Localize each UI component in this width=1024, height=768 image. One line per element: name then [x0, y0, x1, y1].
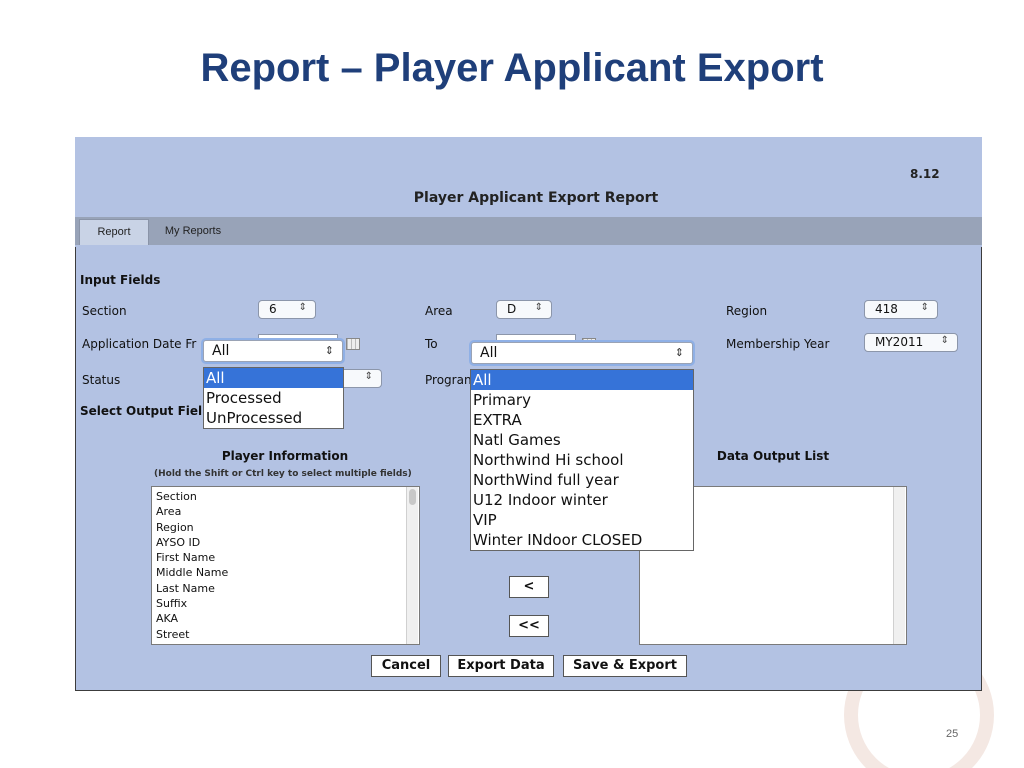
- remove-all-button[interactable]: <<: [509, 615, 549, 637]
- slide-title: Report – Player Applicant Export: [200, 46, 824, 90]
- list-item[interactable]: First Name: [156, 550, 415, 565]
- dropdown-option[interactable]: All: [204, 368, 343, 388]
- select-output-fields-heading: Select Output Fiel: [80, 404, 203, 418]
- status-dropdown-list: All Processed UnProcessed: [203, 367, 344, 429]
- dropdown-option[interactable]: Natl Games: [471, 430, 693, 450]
- membership-year-label: Membership Year: [726, 337, 830, 351]
- region-value: 418: [875, 302, 898, 316]
- select-arrow-icon: ⇕: [674, 346, 684, 359]
- status-dropdown-selected: All: [212, 343, 230, 359]
- area-value: D: [507, 302, 517, 316]
- section-label: Section: [82, 304, 127, 318]
- list-item[interactable]: Section: [156, 489, 415, 504]
- select-arrow-icon: ⇕: [534, 302, 543, 313]
- area-label: Area: [425, 304, 453, 318]
- cancel-button[interactable]: Cancel: [371, 655, 441, 677]
- player-information-title: Player Information: [221, 449, 349, 463]
- list-item[interactable]: AKA: [156, 611, 415, 626]
- select-arrow-icon: ⇕: [364, 371, 373, 382]
- status-dropdown-header[interactable]: All ⇕: [203, 340, 343, 362]
- dropdown-option[interactable]: NorthWind full year: [471, 470, 693, 490]
- list-item[interactable]: Last Name: [156, 581, 415, 596]
- select-arrow-icon: ⇕: [324, 344, 334, 357]
- multi-select-hint: (Hold the Shift or Ctrl key to select mu…: [154, 469, 412, 479]
- dropdown-option[interactable]: Northwind Hi school: [471, 450, 693, 470]
- list-item[interactable]: Street: [156, 627, 415, 642]
- remove-selected-button[interactable]: <: [509, 576, 549, 598]
- region-select[interactable]: 418 ⇕: [864, 300, 938, 319]
- data-output-scrollbar[interactable]: [893, 487, 905, 644]
- save-and-export-button[interactable]: Save & Export: [563, 655, 687, 677]
- player-fields-listbox[interactable]: Section Area Region AYSO ID First Name Middle…: [151, 486, 420, 645]
- dropdown-option[interactable]: All: [471, 370, 693, 390]
- membership-year-select[interactable]: MY2011 ⇕: [864, 333, 958, 352]
- list-item[interactable]: AYSO ID: [156, 535, 415, 550]
- page-number: 25: [946, 728, 959, 740]
- membership-year-value: MY2011: [875, 335, 924, 349]
- select-arrow-icon: ⇕: [940, 335, 949, 346]
- select-arrow-icon: ⇕: [920, 302, 929, 313]
- to-label: To: [425, 337, 438, 351]
- list-item[interactable]: Area: [156, 504, 415, 519]
- list-item[interactable]: Middle Name: [156, 565, 415, 580]
- area-select[interactable]: D ⇕: [496, 300, 552, 319]
- report-title: Player Applicant Export Report: [413, 190, 659, 206]
- tab-report[interactable]: Report: [79, 219, 149, 245]
- input-fields-heading: Input Fields: [80, 273, 161, 287]
- dropdown-option[interactable]: EXTRA: [471, 410, 693, 430]
- dropdown-option[interactable]: U12 Indoor winter: [471, 490, 693, 510]
- region-label: Region: [726, 304, 768, 318]
- program-label: Progran: [425, 373, 472, 387]
- dropdown-option[interactable]: Processed: [204, 388, 343, 408]
- status-label: Status: [82, 373, 121, 387]
- select-arrow-icon: ⇕: [298, 302, 307, 313]
- list-item[interactable]: Suffix: [156, 596, 415, 611]
- scroll-thumb[interactable]: [409, 489, 416, 505]
- dropdown-option[interactable]: Winter INdoor CLOSED: [471, 530, 693, 550]
- dropdown-option[interactable]: VIP: [471, 510, 693, 530]
- calendar-icon[interactable]: [346, 338, 360, 350]
- list-item[interactable]: Region: [156, 520, 415, 535]
- tab-bar: Report My Reports: [75, 217, 982, 245]
- dropdown-option[interactable]: UnProcessed: [204, 408, 343, 428]
- program-dropdown-list: All Primary EXTRA Natl Games Northwind Hi sc…: [470, 369, 694, 551]
- export-data-button[interactable]: Export Data: [448, 655, 554, 677]
- application-date-from-label: Application Date Fr: [82, 337, 197, 351]
- dropdown-option[interactable]: Primary: [471, 390, 693, 410]
- section-select[interactable]: 6 ⇕: [258, 300, 316, 319]
- version-label: 8.12: [910, 167, 940, 181]
- section-value: 6: [269, 302, 277, 316]
- tab-my-reports[interactable]: My Reports: [153, 219, 233, 245]
- program-dropdown-selected: All: [480, 345, 498, 361]
- program-dropdown-header[interactable]: All ⇕: [471, 342, 693, 364]
- player-fields-scrollbar[interactable]: [406, 487, 418, 644]
